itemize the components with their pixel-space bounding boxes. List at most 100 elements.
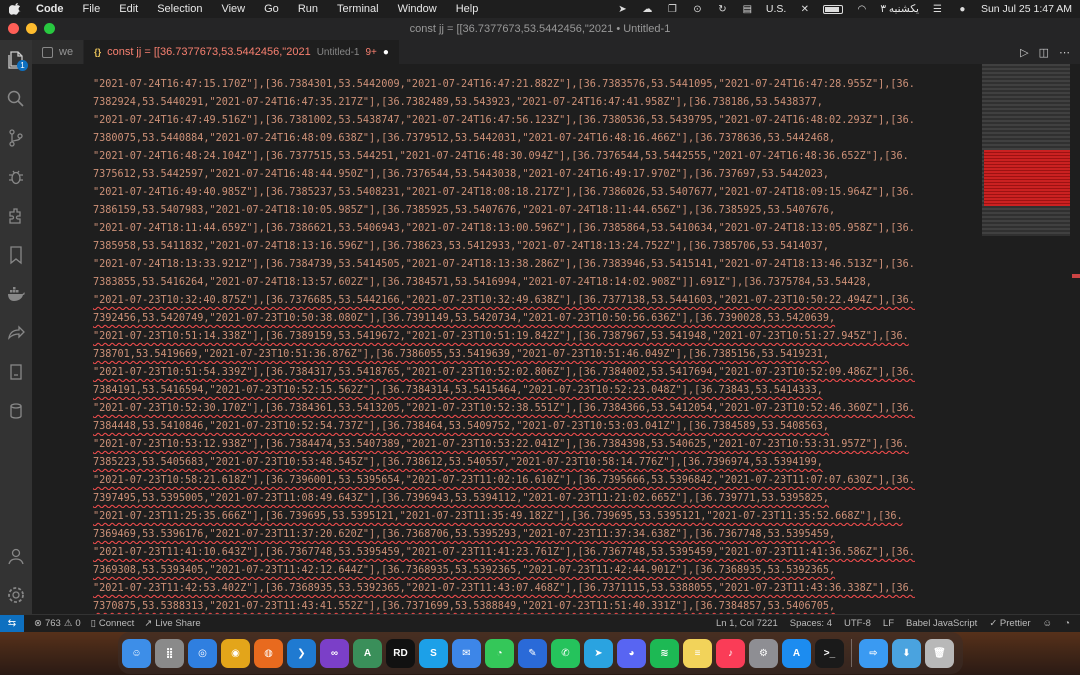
live-share-button[interactable]: ↗ Live Share bbox=[144, 618, 200, 629]
prettier-status[interactable]: ✓ Prettier bbox=[989, 618, 1030, 629]
control-center-icon[interactable]: ☰ bbox=[931, 4, 944, 15]
code-line[interactable]: 7370875,53.5388313,"2021-07-23T11:43:41.… bbox=[93, 598, 979, 614]
search-icon[interactable] bbox=[0, 79, 32, 118]
tab-we[interactable]: we bbox=[32, 40, 85, 64]
dock-editor-icon[interactable]: ✎ bbox=[518, 638, 547, 668]
code-line[interactable]: 7384191,53.5416594,"2021-07-23T10:52:15.… bbox=[93, 382, 979, 400]
close-window-button[interactable] bbox=[8, 23, 19, 34]
language-mode[interactable]: Babel JavaScript bbox=[906, 618, 977, 629]
code-line[interactable]: "2021-07-23T11:25:35.666Z"],[36.739695,5… bbox=[93, 508, 979, 526]
extensions-icon[interactable] bbox=[0, 196, 32, 235]
code-line[interactable]: "2021-07-23T10:51:54.339Z"],[36.7384317,… bbox=[93, 364, 979, 382]
settings-gear-icon[interactable] bbox=[0, 575, 32, 614]
code-line[interactable]: 738701,53.5419669,"2021-07-23T10:51:36.8… bbox=[93, 346, 979, 364]
input-source-label[interactable]: U.S. bbox=[766, 3, 786, 15]
code-line[interactable]: 7383855,53.5416264,"2021-07-24T18:13:57.… bbox=[93, 274, 979, 292]
test-book-icon[interactable] bbox=[0, 352, 32, 391]
bookmark-icon[interactable] bbox=[0, 235, 32, 274]
dock-discord-icon[interactable]: ◕ bbox=[617, 638, 646, 668]
dock-skype-icon[interactable]: S bbox=[419, 638, 448, 668]
weather-icon[interactable]: ☁ bbox=[641, 4, 654, 15]
code-line[interactable]: "2021-07-23T10:32:40.875Z"],[36.7376685,… bbox=[93, 292, 979, 310]
code-line[interactable]: 7384448,53.5410846,"2021-07-23T10:52:54.… bbox=[93, 418, 979, 436]
dock-firefox-icon[interactable]: ◍ bbox=[254, 638, 283, 668]
clipboard-icon[interactable]: ❐ bbox=[666, 4, 679, 15]
menu-file[interactable]: File bbox=[83, 3, 101, 15]
tab-unsaved-dot[interactable]: ● bbox=[383, 47, 389, 58]
dock-rider-icon[interactable]: RD bbox=[386, 638, 415, 668]
vertical-scrollbar[interactable] bbox=[1070, 64, 1080, 614]
dock-telegram-icon[interactable]: ➤ bbox=[584, 638, 613, 668]
code-line[interactable]: 7397495,53.5395005,"2021-07-23T11:08:49.… bbox=[93, 490, 979, 508]
code-line[interactable]: 7385958,53.5411832,"2021-07-24T18:13:16.… bbox=[93, 238, 979, 256]
code-line[interactable]: 7386159,53.5407983,"2021-07-24T18:10:05.… bbox=[93, 202, 979, 220]
code-line[interactable]: 7392456,53.5420749,"2021-07-23T10:50:38.… bbox=[93, 310, 979, 328]
debug-icon[interactable] bbox=[0, 157, 32, 196]
code-line[interactable]: "2021-07-23T10:52:30.170Z"],[36.7384361,… bbox=[93, 400, 979, 418]
apple-menu-icon[interactable] bbox=[8, 2, 22, 16]
code-line[interactable]: "2021-07-24T18:13:33.921Z"],[36.7384739,… bbox=[93, 256, 979, 274]
dock-system-preferences-icon[interactable]: ⚙ bbox=[749, 638, 778, 668]
code-line[interactable]: 7380075,53.5440884,"2021-07-24T16:48:09.… bbox=[93, 130, 979, 148]
battery-icon[interactable] bbox=[823, 4, 844, 14]
code-line[interactable]: "2021-07-24T18:11:44.659Z"],[36.7386621,… bbox=[93, 220, 979, 238]
zoom-window-button[interactable] bbox=[44, 23, 55, 34]
account-icon[interactable] bbox=[0, 536, 32, 575]
dock-notes-icon[interactable]: ≡ bbox=[683, 638, 712, 668]
dock-safari-icon[interactable]: ◎ bbox=[188, 638, 217, 668]
source-control-icon[interactable] bbox=[0, 118, 32, 157]
dock-app-store-icon[interactable]: A bbox=[782, 638, 811, 668]
split-editor-icon[interactable]: ◫ bbox=[1039, 46, 1049, 59]
menu-terminal[interactable]: Terminal bbox=[337, 3, 379, 15]
remote-indicator-icon[interactable]: ⇆ bbox=[0, 614, 24, 632]
keychain-icon[interactable]: ⊙ bbox=[691, 4, 704, 15]
code-line[interactable]: 7385223,53.5405683,"2021-07-23T10:53:48.… bbox=[93, 454, 979, 472]
notifications-bell-icon[interactable]: ◔ bbox=[1064, 618, 1070, 629]
siri-icon[interactable]: ● bbox=[956, 4, 969, 15]
location-icon[interactable]: ➤ bbox=[616, 4, 629, 15]
code-line[interactable]: "2021-07-23T10:58:21.618Z"],[36.7396001,… bbox=[93, 472, 979, 490]
code-line[interactable]: 7369308,53.5393405,"2021-07-23T11:42:12.… bbox=[93, 562, 979, 580]
flag-us-icon[interactable]: ▤ bbox=[741, 4, 754, 15]
live-share-icon[interactable] bbox=[0, 313, 32, 352]
menu-window[interactable]: Window bbox=[398, 3, 437, 15]
tab-untitled-1[interactable]: {} const jj = [[36.7377673,53.5442456,"2… bbox=[84, 40, 400, 64]
menu-clock[interactable]: Sun Jul 25 1:47 AM bbox=[981, 3, 1072, 15]
wifi-icon[interactable]: ◠ bbox=[855, 4, 868, 15]
code-line[interactable]: "2021-07-23T11:41:10.643Z"],[36.7367748,… bbox=[93, 544, 979, 562]
minimap[interactable] bbox=[982, 64, 1070, 236]
menu-selection[interactable]: Selection bbox=[157, 3, 202, 15]
menu-edit[interactable]: Edit bbox=[119, 3, 138, 15]
dock-launchpad-icon[interactable]: ⣿ bbox=[155, 638, 184, 668]
code-line[interactable]: 7382924,53.5440291,"2021-07-24T16:47:35.… bbox=[93, 94, 979, 112]
code-line[interactable]: "2021-07-24T16:47:49.516Z"],[36.7381002,… bbox=[93, 112, 979, 130]
minimize-window-button[interactable] bbox=[26, 23, 37, 34]
dock-chrome-icon[interactable]: ◉ bbox=[221, 638, 250, 668]
code-line[interactable]: "2021-07-23T10:53:12.938Z"],[36.7384474,… bbox=[93, 436, 979, 454]
indentation[interactable]: Spaces: 4 bbox=[790, 618, 832, 629]
dock-spotify-icon[interactable]: ≋ bbox=[650, 638, 679, 668]
connect-button[interactable]: ▯ Connect bbox=[91, 618, 135, 629]
code-line[interactable]: "2021-07-23T11:42:53.402Z"],[36.7368935,… bbox=[93, 580, 979, 598]
encoding[interactable]: UTF-8 bbox=[844, 618, 871, 629]
sync-icon[interactable]: ↻ bbox=[716, 4, 729, 15]
code-text[interactable]: "2021-07-24T16:47:15.170Z"],[36.7384301,… bbox=[93, 64, 979, 614]
dock-trash-icon[interactable]: 🗑 bbox=[925, 638, 954, 668]
dock-visual-studio-icon[interactable]: ∞ bbox=[320, 638, 349, 668]
dock-music-icon[interactable]: ♪ bbox=[716, 638, 745, 668]
menu-app-name[interactable]: Code bbox=[36, 3, 64, 15]
code-line[interactable]: 7375612,53.5442597,"2021-07-24T16:48:44.… bbox=[93, 166, 979, 184]
bluetooth-off-icon[interactable]: ✕ bbox=[798, 4, 811, 15]
explorer-icon[interactable]: 1 bbox=[0, 40, 32, 79]
feedback-icon[interactable]: ☺ bbox=[1043, 618, 1053, 629]
menu-go[interactable]: Go bbox=[264, 3, 279, 15]
dock-whatsapp-icon[interactable]: ✆ bbox=[551, 638, 580, 668]
cursor-position[interactable]: Ln 1, Col 7221 bbox=[716, 618, 778, 629]
menu-run[interactable]: Run bbox=[298, 3, 318, 15]
more-actions-icon[interactable]: ⋯ bbox=[1059, 46, 1070, 59]
dock-terminal-icon[interactable]: >_ bbox=[815, 638, 844, 668]
code-line[interactable]: "2021-07-24T16:47:15.170Z"],[36.7384301,… bbox=[93, 76, 979, 94]
dock-migration-icon[interactable]: ⇨ bbox=[859, 638, 888, 668]
menu-help[interactable]: Help bbox=[456, 3, 479, 15]
menu-view[interactable]: View bbox=[221, 3, 245, 15]
